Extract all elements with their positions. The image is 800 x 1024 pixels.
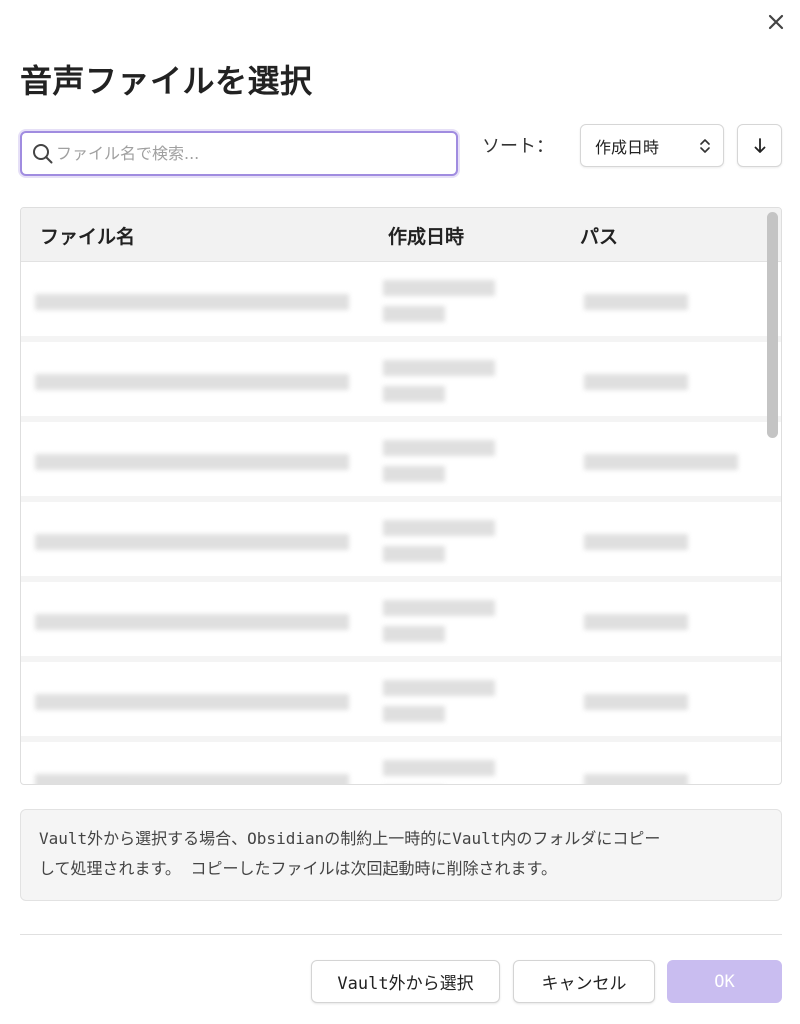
chevron-up-down-icon	[700, 138, 710, 153]
redacted-date-line-2	[383, 626, 445, 642]
table-row[interactable]	[21, 582, 781, 662]
close-button[interactable]	[762, 8, 790, 36]
redacted-path	[584, 534, 688, 550]
table-row[interactable]	[21, 502, 781, 582]
redacted-date-line-1	[383, 440, 495, 456]
search-icon	[33, 143, 53, 163]
notice-line-2: して処理されます。 コピーしたファイルは次回起動時に削除されます。	[39, 859, 557, 878]
redacted-path	[584, 454, 738, 470]
redacted-file-name	[35, 694, 349, 710]
header-path: パス	[580, 226, 619, 248]
sort-selected-value: 作成日時	[595, 137, 660, 157]
redacted-date-line-2	[383, 466, 445, 482]
redacted-date-line-1	[383, 520, 495, 536]
redacted-date-line-1	[383, 280, 495, 296]
table-row[interactable]	[21, 742, 781, 784]
sort-label: ソート：	[482, 136, 554, 157]
table-row[interactable]	[21, 342, 781, 422]
redacted-path	[584, 774, 688, 784]
sort-select[interactable]: 作成日時	[580, 124, 724, 167]
table-body	[21, 262, 781, 784]
redacted-path	[584, 374, 688, 390]
redacted-file-name	[35, 774, 349, 784]
search-box[interactable]	[20, 131, 458, 176]
search-input[interactable]	[56, 144, 436, 163]
redacted-date-line-1	[383, 600, 495, 616]
notice-line-1: Vault外から選択する場合、Obsidianの制約上一時的にVault内のフォ…	[39, 829, 661, 848]
file-table: ファイル名 作成日時 パス	[20, 207, 782, 785]
redacted-date-line-2	[383, 386, 445, 402]
arrow-down-icon	[754, 137, 765, 153]
redacted-date-line-1	[383, 760, 495, 776]
ok-button[interactable]: OK	[667, 960, 782, 1003]
header-file-name: ファイル名	[40, 226, 136, 248]
select-outside-vault-button[interactable]: Vault外から選択	[311, 960, 500, 1003]
redacted-date-line-2	[383, 706, 445, 722]
redacted-path	[584, 294, 688, 310]
redacted-file-name	[35, 454, 349, 470]
notice-box: Vault外から選択する場合、Obsidianの制約上一時的にVault内のフォ…	[20, 809, 782, 901]
redacted-file-name	[35, 534, 349, 550]
redacted-date-line-1	[383, 360, 495, 376]
table-scrollbar[interactable]	[767, 212, 778, 438]
redacted-file-name	[35, 294, 349, 310]
dialog-title: 音声ファイルを選択	[20, 62, 313, 100]
table-row[interactable]	[21, 662, 781, 742]
redacted-file-name	[35, 374, 349, 390]
header-created-date: 作成日時	[388, 226, 465, 248]
redacted-path	[584, 614, 688, 630]
table-row[interactable]	[21, 262, 781, 342]
redacted-path	[584, 694, 688, 710]
cancel-button[interactable]: キャンセル	[513, 960, 655, 1003]
table-header: ファイル名 作成日時 パス	[21, 208, 781, 262]
sort-direction-button[interactable]	[737, 124, 782, 167]
redacted-file-name	[35, 614, 349, 630]
redacted-date-line-2	[383, 546, 445, 562]
table-row[interactable]	[21, 422, 781, 502]
close-icon	[768, 14, 784, 30]
redacted-date-line-1	[383, 680, 495, 696]
footer-divider	[20, 934, 782, 935]
redacted-date-line-2	[383, 306, 445, 322]
